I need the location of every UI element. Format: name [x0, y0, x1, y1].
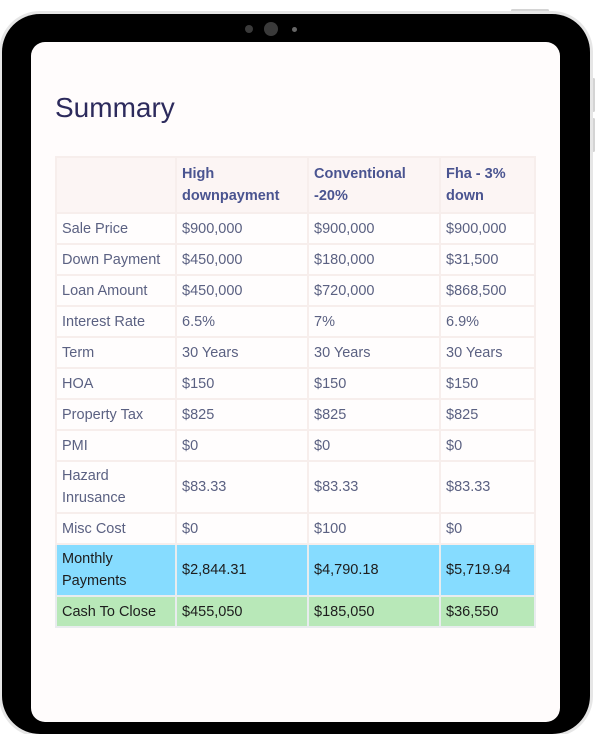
- table-cell: $455,050: [175, 595, 309, 628]
- table-row-property-tax: Property Tax $825 $825 $825: [55, 398, 536, 431]
- camera-icon: [264, 22, 278, 36]
- table-cell: $31,500: [439, 243, 536, 276]
- row-label: Loan Amount: [55, 274, 177, 307]
- table-cell: $720,000: [307, 274, 441, 307]
- light-sensor-icon: [292, 27, 297, 32]
- table-cell: 6.5%: [175, 305, 309, 338]
- table-cell: $2,844.31: [175, 543, 309, 597]
- table-row-hoa: HOA $150 $150 $150: [55, 367, 536, 400]
- table-cell: $450,000: [175, 243, 309, 276]
- table-cell: $0: [439, 429, 536, 462]
- table-cell: 6.9%: [439, 305, 536, 338]
- table-cell: 30 Years: [439, 336, 536, 369]
- header-fha: Fha - 3% down: [439, 156, 536, 214]
- row-label: Interest Rate: [55, 305, 177, 338]
- table-cell: 30 Years: [175, 336, 309, 369]
- header-empty: [55, 156, 177, 214]
- sensor-icon: [245, 25, 253, 33]
- table-cell: $150: [307, 367, 441, 400]
- row-label: PMI: [55, 429, 177, 462]
- table-row-misc-cost: Misc Cost $0 $100 $0: [55, 512, 536, 545]
- row-label: Down Payment: [55, 243, 177, 276]
- table-cell: $36,550: [439, 595, 536, 628]
- table-cell: $868,500: [439, 274, 536, 307]
- table-row-cash-to-close: Cash To Close $455,050 $185,050 $36,550: [55, 595, 536, 628]
- table-row-pmi: PMI $0 $0 $0: [55, 429, 536, 462]
- table-row-sale-price: Sale Price $900,000 $900,000 $900,000: [55, 212, 536, 245]
- table-cell: $0: [175, 429, 309, 462]
- device-top-button: [511, 9, 549, 12]
- row-label: Hazard Inrusance: [55, 460, 177, 514]
- table-row-monthly-payments: Monthly Payments $2,844.31 $4,790.18 $5,…: [55, 543, 536, 597]
- table-cell: $4,790.18: [307, 543, 441, 597]
- table-cell: $825: [175, 398, 309, 431]
- summary-table: High downpayment Conventional -20% Fha -…: [55, 156, 536, 628]
- row-label: Monthly Payments: [55, 543, 177, 597]
- header-conventional: Conventional -20%: [307, 156, 441, 214]
- table-cell: 7%: [307, 305, 441, 338]
- table-cell: $0: [439, 512, 536, 545]
- table-cell: $0: [175, 512, 309, 545]
- table-cell: $825: [439, 398, 536, 431]
- table-cell: $5,719.94: [439, 543, 536, 597]
- table-cell: 30 Years: [307, 336, 441, 369]
- header-high-downpayment: High downpayment: [175, 156, 309, 214]
- row-label: Misc Cost: [55, 512, 177, 545]
- table-row-term: Term 30 Years 30 Years 30 Years: [55, 336, 536, 369]
- table-cell: $83.33: [175, 460, 309, 514]
- table-cell: $83.33: [307, 460, 441, 514]
- table-row-hazard-insurance: Hazard Inrusance $83.33 $83.33 $83.33: [55, 460, 536, 514]
- table-cell: $900,000: [307, 212, 441, 245]
- row-label: Property Tax: [55, 398, 177, 431]
- table-cell: $900,000: [175, 212, 309, 245]
- table-row-down-payment: Down Payment $450,000 $180,000 $31,500: [55, 243, 536, 276]
- table-cell: $825: [307, 398, 441, 431]
- row-label: Sale Price: [55, 212, 177, 245]
- table-cell: $180,000: [307, 243, 441, 276]
- row-label: Term: [55, 336, 177, 369]
- table-cell: $185,050: [307, 595, 441, 628]
- table-cell: $150: [175, 367, 309, 400]
- table-row-loan-amount: Loan Amount $450,000 $720,000 $868,500: [55, 274, 536, 307]
- table-cell: $150: [439, 367, 536, 400]
- table-cell: $900,000: [439, 212, 536, 245]
- table-row-interest-rate: Interest Rate 6.5% 7% 6.9%: [55, 305, 536, 338]
- row-label: Cash To Close: [55, 595, 177, 628]
- table-cell: $83.33: [439, 460, 536, 514]
- row-label: HOA: [55, 367, 177, 400]
- page-title: Summary: [55, 92, 175, 123]
- app-screen: Summary High downpayment Conventional -2…: [31, 42, 560, 722]
- table-cell: $0: [307, 429, 441, 462]
- table-cell: $450,000: [175, 274, 309, 307]
- table-header-row: High downpayment Conventional -20% Fha -…: [55, 156, 536, 214]
- table-cell: $100: [307, 512, 441, 545]
